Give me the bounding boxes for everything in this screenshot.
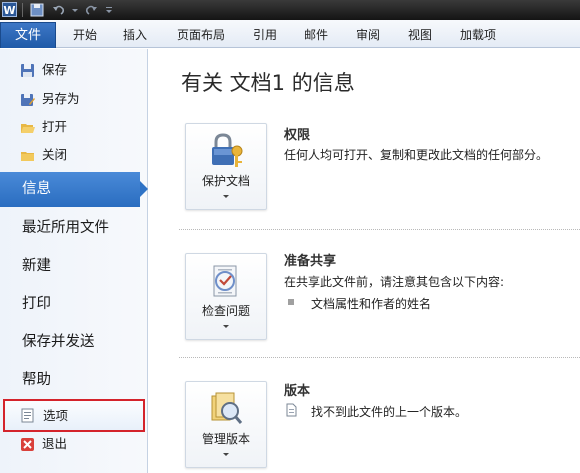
nav-save-label: 保存 [42, 62, 68, 77]
section-divider [179, 229, 580, 230]
list-item-text: 找不到此文件的上一个版本。 [311, 405, 468, 419]
document-search-icon [208, 390, 244, 428]
section-prepare-title: 准备共享 [284, 254, 337, 269]
check-issues-button[interactable]: 检查问题 [185, 253, 267, 340]
customize-toolbar-icon[interactable] [102, 3, 116, 17]
save-icon [20, 63, 35, 78]
section-permissions-desc: 任何人均可打开、复制和更改此文档的任何部分。 [284, 148, 549, 162]
section-prepare-desc: 在共享此文件前，请注意其包含以下内容: [284, 275, 505, 289]
tab-review[interactable]: 审阅 [349, 22, 387, 48]
nav-close[interactable]: 关闭 [0, 141, 148, 169]
nav-recent[interactable]: 最近所用文件 [0, 210, 148, 246]
nav-save-as[interactable]: 另存为 [0, 85, 148, 113]
lock-keys-icon [208, 132, 244, 170]
dropdown-small-icon[interactable] [68, 3, 82, 17]
ribbon-tab-row: 文件 开始 插入 页面布局 引用 邮件 审阅 视图 加载项 [0, 20, 580, 48]
tab-mailings[interactable]: 邮件 [297, 22, 335, 48]
section-permissions-title: 权限 [284, 128, 311, 143]
nav-open-label: 打开 [42, 119, 68, 134]
manage-versions-button[interactable]: 管理版本 [185, 381, 267, 468]
protect-document-button[interactable]: 保护文档 [185, 123, 267, 210]
open-folder-icon [20, 120, 35, 135]
manage-versions-label: 管理版本 [201, 432, 250, 446]
tab-page-layout[interactable]: 页面布局 [168, 22, 234, 48]
nav-print[interactable]: 打印 [0, 286, 148, 322]
nav-exit[interactable]: 退出 [0, 430, 148, 458]
tab-file[interactable]: 文件 [0, 22, 56, 48]
nav-open[interactable]: 打开 [0, 113, 148, 141]
nav-info-arrow [140, 181, 148, 197]
redo-icon[interactable] [84, 3, 98, 17]
page-title: 有关 文档1 的信息 [181, 71, 355, 95]
info-pane: 有关 文档1 的信息 保护文档 权限 任何人均可打开、复制和更改此文档的任何部分… [149, 49, 580, 473]
tab-references[interactable]: 引用 [246, 22, 284, 48]
check-issues-label: 检查问题 [201, 304, 250, 318]
tab-view[interactable]: 视图 [401, 22, 439, 48]
nav-exit-label: 退出 [42, 436, 68, 451]
nav-help[interactable]: 帮助 [0, 362, 148, 398]
close-folder-icon [20, 148, 35, 163]
options-icon [20, 408, 35, 423]
section-versions-title: 版本 [284, 384, 311, 399]
chevron-down-icon [223, 453, 229, 456]
nav-save-as-label: 另存为 [42, 91, 80, 106]
save-icon[interactable] [30, 3, 44, 17]
tab-insert[interactable]: 插入 [116, 22, 154, 48]
section-divider [179, 357, 580, 358]
word-logo-icon[interactable]: W [2, 2, 17, 17]
nav-info-label: 信息 [22, 181, 51, 197]
nav-options-label: 选项 [43, 408, 69, 423]
nav-save[interactable]: 保存 [0, 56, 148, 84]
bullet-square-icon [288, 299, 294, 305]
toolbar-separator [22, 3, 23, 17]
nav-options[interactable]: 选项 [3, 399, 145, 432]
chevron-down-icon [223, 325, 229, 328]
save-as-icon [20, 92, 35, 107]
nav-new[interactable]: 新建 [0, 248, 148, 284]
quick-access-toolbar: W [0, 0, 580, 20]
checklist-icon [208, 262, 244, 300]
protect-document-label: 保护文档 [201, 174, 250, 188]
tab-home[interactable]: 开始 [66, 22, 104, 48]
exit-icon [20, 437, 35, 452]
list-item-text: 文档属性和作者的姓名 [311, 297, 432, 311]
chevron-down-icon [223, 195, 229, 198]
backstage-nav: 保存 另存为 打开 关闭 信息 最近所用文件 新建 打印 保存并发送 帮助 选项 [0, 49, 148, 473]
nav-close-label: 关闭 [42, 147, 68, 162]
nav-save-send[interactable]: 保存并发送 [0, 324, 148, 360]
undo-icon[interactable] [52, 3, 66, 17]
nav-info[interactable]: 信息 [0, 172, 148, 207]
document-icon [284, 403, 298, 417]
tab-add-ins[interactable]: 加载项 [452, 22, 504, 48]
nav-info-highlight [0, 172, 140, 207]
